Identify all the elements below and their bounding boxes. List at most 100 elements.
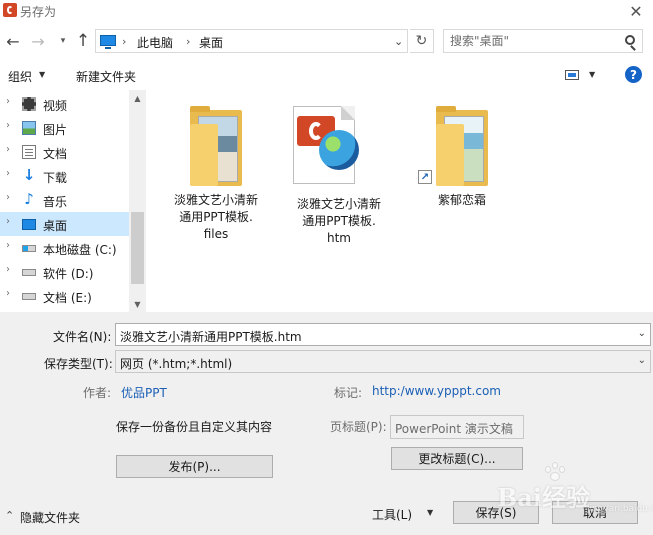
video-icon: [22, 97, 36, 111]
sidebar-item-videos[interactable]: › 视频: [0, 92, 129, 116]
breadcrumb-desktop[interactable]: 桌面: [199, 34, 223, 51]
help-icon[interactable]: ?: [625, 66, 642, 83]
music-icon: ♪: [24, 190, 34, 208]
breadcrumb-separator-icon[interactable]: ›: [122, 35, 126, 48]
view-dropdown-icon[interactable]: ▼: [589, 70, 595, 79]
filename-field[interactable]: 淡雅文艺小清新通用PPT模板.htm ⌄: [115, 323, 651, 346]
scroll-up-icon[interactable]: ▲: [129, 90, 146, 106]
title-bar: [0, 0, 653, 22]
sidebar-item-documents[interactable]: › 文档: [0, 140, 129, 164]
drive-e-icon: [22, 293, 36, 300]
search-icon[interactable]: [625, 35, 635, 45]
publish-button[interactable]: 发布(P)...: [116, 455, 273, 478]
navigation-pane: › 视频 › 图片 › 文档 › ↓ 下载 › ♪ 音乐 › 桌面 › 本地磁盘…: [0, 90, 146, 312]
organize-button[interactable]: 组织: [8, 68, 32, 85]
sidebar-item-music[interactable]: › ♪ 音乐: [0, 188, 129, 212]
filetype-select[interactable]: 网页 (*.htm;*.html) ⌄: [115, 350, 651, 373]
documents-icon: [22, 145, 36, 159]
sidebar-item-label: 下载: [43, 171, 68, 185]
desktop-icon: [22, 219, 36, 230]
drive-d-icon: [22, 269, 36, 276]
expand-chevron-icon[interactable]: ›: [6, 144, 10, 155]
sidebar-item-label: 文档: [43, 147, 68, 161]
sidebar-item-drive-e[interactable]: › 文档 (E:): [0, 284, 129, 308]
file-name-line: 淡雅文艺小清新: [173, 193, 258, 207]
address-dropdown-icon[interactable]: ⌄: [394, 35, 403, 48]
change-title-button[interactable]: 更改标题(C)...: [391, 447, 523, 470]
watermark-subtext: jingyan.baidu.com: [587, 504, 653, 514]
sidebar-item-label: 音乐: [43, 195, 68, 209]
chevron-up-icon[interactable]: ⌃: [5, 509, 14, 522]
scrollbar-thumb[interactable]: [131, 212, 144, 284]
expand-chevron-icon[interactable]: ›: [6, 96, 10, 107]
expand-chevron-icon[interactable]: ›: [6, 120, 10, 131]
close-button[interactable]: ✕: [619, 0, 653, 22]
sidebar-item-downloads[interactable]: › ↓ 下载: [0, 164, 129, 188]
expand-chevron-icon[interactable]: ›: [6, 264, 10, 275]
scroll-down-icon[interactable]: ▼: [129, 296, 146, 312]
breadcrumb-separator-icon[interactable]: ›: [186, 35, 190, 48]
back-arrow-icon[interactable]: ←: [2, 30, 24, 52]
filename-label: 文件名(N):: [53, 330, 112, 344]
sidebar-item-label: 本地磁盘 (C:): [43, 243, 117, 257]
file-name-line: 紫郁恋霜: [437, 193, 486, 207]
tools-button[interactable]: 工具(L): [372, 506, 412, 523]
sidebar-item-pictures[interactable]: › 图片: [0, 116, 129, 140]
expand-chevron-icon[interactable]: ›: [6, 288, 10, 299]
file-name-line: 淡雅文艺小清新: [296, 197, 381, 211]
shortcut-arrow-icon: ↗: [418, 170, 432, 184]
file-name-line: files: [203, 227, 229, 241]
file-item-files-folder[interactable]: 淡雅文艺小清新 通用PPT模板. files: [166, 106, 266, 243]
hide-folders-button[interactable]: 隐藏文件夹: [20, 509, 80, 526]
this-pc-icon: [100, 35, 116, 49]
forward-arrow-icon[interactable]: →: [27, 30, 49, 52]
ppt-html-file-icon: [293, 106, 363, 186]
sidebar-item-label: 桌面: [43, 219, 68, 233]
organize-dropdown-icon[interactable]: ▼: [39, 70, 45, 79]
file-item-htm[interactable]: 淡雅文艺小清新 通用PPT模板. htm: [289, 106, 389, 247]
page-title-label: 页标题(P):: [330, 420, 387, 434]
author-label: 作者:: [83, 386, 112, 400]
folder-icon: [190, 106, 242, 186]
watermark-text: Bai经验: [497, 483, 590, 512]
page-title-field: PowerPoint 演示文稿: [390, 415, 524, 439]
filename-value[interactable]: 淡雅文艺小清新通用PPT模板.htm: [120, 328, 302, 345]
page-title-value: PowerPoint 演示文稿: [395, 422, 513, 436]
new-folder-button[interactable]: 新建文件夹: [76, 68, 136, 85]
backup-label: 保存一份备份且自定义其内容: [116, 420, 273, 434]
file-name-line: htm: [327, 231, 351, 245]
chevron-down-icon[interactable]: ⌄: [638, 355, 646, 366]
sidebar-item-label: 视频: [43, 99, 68, 113]
expand-chevron-icon[interactable]: ›: [6, 240, 10, 251]
tools-dropdown-icon[interactable]: ▼: [427, 508, 433, 517]
sidebar-item-drive-c[interactable]: › 本地磁盘 (C:): [0, 236, 129, 260]
file-list: 淡雅文艺小清新 通用PPT模板. files 淡雅文艺小清新 通用PPT模板. …: [146, 90, 653, 312]
sidebar-item-drive-d[interactable]: › 软件 (D:): [0, 260, 129, 284]
folder-shortcut-icon: ↗: [418, 106, 488, 186]
sidebar-item-desktop[interactable]: › 桌面: [0, 212, 129, 236]
baidu-watermark-logo: Bai经验 jingyan.baidu.com: [497, 462, 653, 514]
tags-label: 标记:: [334, 386, 363, 400]
expand-chevron-icon[interactable]: ›: [6, 192, 10, 203]
chevron-down-icon[interactable]: ⌄: [638, 328, 646, 339]
recent-locations-chevron-icon[interactable]: ▾: [52, 30, 74, 52]
sidebar-item-label: 文档 (E:): [43, 291, 92, 305]
filetype-value[interactable]: 网页 (*.htm;*.html): [120, 355, 232, 372]
change-view-icon[interactable]: [565, 70, 579, 80]
powerpoint-app-icon: [3, 3, 17, 17]
search-input[interactable]: [450, 34, 610, 48]
expand-chevron-icon[interactable]: ›: [6, 216, 10, 227]
download-icon: ↓: [22, 166, 36, 184]
filetype-label: 保存类型(T):: [44, 357, 113, 371]
breadcrumb-this-pc[interactable]: 此电脑: [137, 34, 173, 51]
sidebar-item-label: 软件 (D:): [43, 267, 94, 281]
refresh-button[interactable]: ↻: [410, 29, 434, 53]
window-title: 另存为: [20, 5, 57, 19]
tags-value[interactable]: http:/www.ypppt.com: [372, 384, 501, 398]
file-item-shortcut-folder[interactable]: ↗ 紫郁恋霜: [412, 106, 512, 209]
sidebar-item-label: 图片: [43, 123, 68, 137]
author-value[interactable]: 优品PPT: [121, 384, 167, 401]
file-name-line: 通用PPT模板.: [302, 214, 376, 228]
up-arrow-icon[interactable]: ↑: [72, 30, 94, 52]
expand-chevron-icon[interactable]: ›: [6, 168, 10, 179]
